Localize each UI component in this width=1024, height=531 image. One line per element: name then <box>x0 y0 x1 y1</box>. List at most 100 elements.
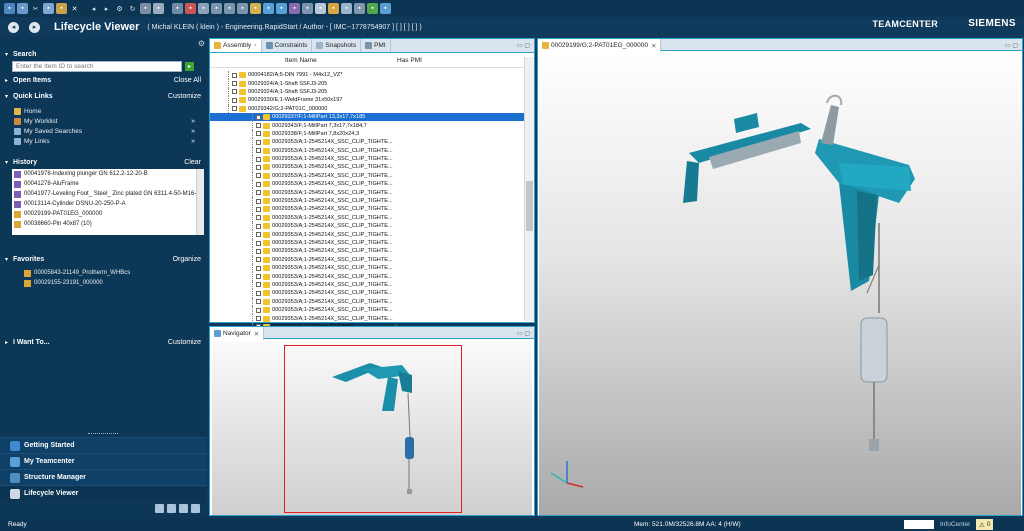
navigator-view-frame[interactable] <box>284 345 462 513</box>
tree-row[interactable]: 00029353/A;1-2545214X_SSC_CLIP_TIGHTE... <box>210 255 524 264</box>
panel-window-controls[interactable]: ▭ ▢ <box>517 42 530 49</box>
paste-icon[interactable]: ▪ <box>56 3 67 14</box>
tree-row[interactable]: 00029353/A;1-2545214X_SSC_CLIP_TIGHTE... <box>210 263 524 273</box>
tree-row[interactable]: 00029353/A;1-2545214X_SSC_CLIP_TIGHTE... <box>210 297 524 306</box>
tree-row[interactable]: 00029353/A;1-2545214X_SSC_CLIP_TIGHTE... <box>210 154 524 164</box>
tab-assembly[interactable]: Assembly ▫ <box>210 39 262 52</box>
send-to-icon[interactable]: ▪ <box>153 3 164 14</box>
tab-constraints[interactable]: Constraints <box>262 39 313 52</box>
visibility-checkbox[interactable] <box>256 299 261 305</box>
visibility-checkbox[interactable] <box>256 139 261 145</box>
tree-row[interactable]: 00029353/A;1-2545214X_SSC_CLIP_TIGHTE... <box>210 213 524 223</box>
quick-link-my-worklist[interactable]: My Worklist » <box>14 116 199 126</box>
panel-window-controls[interactable]: ▭ ▢ <box>1005 42 1018 49</box>
quick-link-my-links[interactable]: My Links » <box>14 136 199 146</box>
quick-links-customize-link[interactable]: Customize <box>168 93 201 100</box>
visibility-checkbox[interactable] <box>256 114 261 120</box>
structure-icon[interactable]: ▪ <box>140 3 151 14</box>
i-want-to-header[interactable]: ▸ I Want To... Customize <box>0 336 207 349</box>
panel-settings-icon[interactable]: ⚙ <box>198 39 205 48</box>
visibility-checkbox[interactable] <box>256 290 261 296</box>
visibility-checkbox[interactable] <box>256 190 261 196</box>
tree-row[interactable]: 00004182/A;5-DIN 7991 - M4x12_VZ* <box>210 71 524 80</box>
fit-icon[interactable]: ▪ <box>185 3 196 14</box>
section-icon[interactable]: ▪ <box>250 3 261 14</box>
open-items-header[interactable]: ▸ Open Items Close All <box>0 74 207 87</box>
walk-icon[interactable]: ▪ <box>354 3 365 14</box>
favorite-item[interactable]: 00029155-23191_000000 <box>24 278 103 288</box>
visibility-checkbox[interactable] <box>256 173 261 179</box>
info-center-link[interactable]: InfoCenter <box>940 521 970 528</box>
copy-icon[interactable]: ▪ <box>43 3 54 14</box>
tree-row[interactable]: 00029324/A;1-Shaft SSFJ3-205 <box>210 87 524 97</box>
visibility-checkbox[interactable] <box>256 198 261 204</box>
tree-scroll-thumb[interactable] <box>526 181 533 231</box>
history-item[interactable]: 00038660-Pin 40x87 (10) <box>12 219 204 229</box>
tree-row[interactable]: 00029353/A;1-2545214X_SSC_CLIP_TIGHTE... <box>210 289 524 298</box>
tree-scrollbar[interactable] <box>524 57 534 321</box>
tree-row[interactable]: 00029343/F;1-MillPart 7,3x17,7x184,7 <box>210 121 524 130</box>
history-item[interactable]: 00041278-AluFrame <box>12 179 204 189</box>
visibility-checkbox[interactable] <box>256 123 261 129</box>
visibility-checkbox[interactable] <box>256 316 261 322</box>
favorite-item[interactable]: 00005843-21149_Protherm_WHBcs <box>24 268 130 278</box>
visibility-checkbox[interactable] <box>232 106 237 112</box>
visibility-checkbox[interactable] <box>256 131 261 137</box>
chevron-right-icon[interactable]: » <box>191 118 195 125</box>
visibility-checkbox[interactable] <box>232 72 237 78</box>
visibility-checkbox[interactable] <box>256 215 261 221</box>
visibility-checkbox[interactable] <box>232 89 237 95</box>
tree-row[interactable]: 00029353/A;1-2545214X_SSC_CLIP_TIGHTE... <box>210 138 524 147</box>
visibility-checkbox[interactable] <box>256 240 261 246</box>
tree-row[interactable]: 00029342/G;2-PAT01C_000000 <box>210 104 524 113</box>
close-tab-icon[interactable]: ▫ <box>254 42 256 49</box>
new-icon[interactable]: ▪ <box>4 3 15 14</box>
back-icon[interactable]: ◂ <box>88 3 99 14</box>
status-input-box[interactable] <box>904 520 934 529</box>
tree-row[interactable]: 00029353/A;1-2545214X_SSC_CLIP_TIGHTE... <box>210 146 524 155</box>
history-scrollbar[interactable] <box>196 169 204 235</box>
chevron-right-icon[interactable]: » <box>191 128 195 135</box>
visibility-checkbox[interactable] <box>256 257 261 263</box>
settings-icon[interactable]: ⚙ <box>114 3 125 14</box>
open-icon[interactable]: ▪ <box>17 3 28 14</box>
history-header[interactable]: ▾ History Clear <box>0 156 207 169</box>
snapshot-icon[interactable]: ▪ <box>302 3 313 14</box>
back-nav-icon[interactable]: ◂ <box>8 21 19 33</box>
tree-row[interactable]: 00029353/A;1-2545214X_SSC_CLIP_TIGHTE... <box>210 230 524 239</box>
tree-row[interactable]: 00029353/A;1-2545214X_SSC_CLIP_TIGHTE... <box>210 171 524 181</box>
visibility-checkbox[interactable] <box>256 164 261 170</box>
refresh-icon[interactable]: ↻ <box>127 3 138 14</box>
splitter-grip[interactable] <box>88 433 118 436</box>
visibility-checkbox[interactable] <box>232 81 237 87</box>
zoom-icon[interactable]: ▪ <box>237 3 248 14</box>
close-all-link[interactable]: Close All <box>174 77 201 84</box>
visibility-checkbox[interactable] <box>256 206 261 212</box>
favorites-organize-link[interactable]: Organize <box>173 256 201 263</box>
material-icon[interactable]: ▪ <box>341 3 352 14</box>
notification-counter[interactable]: ⚠ 0 <box>976 519 994 530</box>
pmi-toolbar-icon[interactable]: ▪ <box>289 3 300 14</box>
select-icon[interactable]: ▪ <box>198 3 209 14</box>
tree-row[interactable]: 00029353/A;1-2545214X_SSC_CLIP_TIGHTE... <box>210 163 524 172</box>
3d-viewport[interactable] <box>539 53 1021 515</box>
nav-getting-started[interactable]: Getting Started <box>0 437 207 453</box>
history-item[interactable]: 00041977-Leveling Foot_ Steel_ Zinc plat… <box>12 189 204 199</box>
display-icon[interactable]: ▪ <box>315 3 326 14</box>
tree-row[interactable]: 00029337/F;1-MillPart 13,3x17,7x185 <box>210 112 524 122</box>
pan-icon[interactable]: ▪ <box>224 3 235 14</box>
history-item[interactable]: 00013114-Cylinder DSNU-20-250-P-A <box>12 199 204 209</box>
brush-icon[interactable] <box>167 504 176 513</box>
tab-navigator[interactable]: Navigator ✕ <box>210 327 265 340</box>
history-item[interactable]: 00041978-Indexing plunger GN 612.2-12-20… <box>12 169 204 179</box>
search-section-header[interactable]: ▾ Search <box>0 48 207 61</box>
tree-row[interactable]: 00029330/E;1-WeldFrame 31x50x197 <box>210 96 524 105</box>
nav-structure-manager[interactable]: Structure Manager <box>0 469 207 485</box>
panel-window-controls[interactable]: ▭ ▢ <box>517 330 530 337</box>
forward-icon[interactable]: ▸ <box>101 3 112 14</box>
forward-nav-icon[interactable]: ▸ <box>29 21 40 33</box>
rotate-icon[interactable]: ▪ <box>211 3 222 14</box>
visibility-checkbox[interactable] <box>232 97 237 103</box>
tree-row[interactable]: 00029324/A;1-Shaft SSFJ3-205 <box>210 79 524 88</box>
visibility-checkbox[interactable] <box>256 156 261 162</box>
